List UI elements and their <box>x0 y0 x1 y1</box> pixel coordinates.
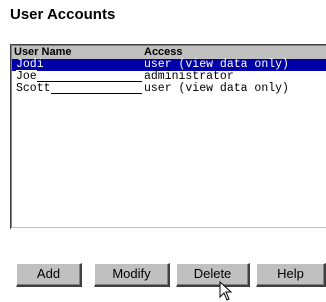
user-list-frame: User Name Access Jodi user (view data on… <box>11 45 326 228</box>
page-title: User Accounts <box>10 6 116 23</box>
modify-button[interactable]: Modify <box>94 263 170 287</box>
help-button[interactable]: Help <box>256 263 326 287</box>
arrow-cursor-icon <box>219 281 233 301</box>
add-button[interactable]: Add <box>16 263 82 287</box>
list-item[interactable]: Scott user (view data only) <box>12 82 326 95</box>
user-name-cell: Joe <box>16 70 142 83</box>
user-name-cell: Scott <box>16 82 142 95</box>
access-cell: user (view data only) <box>144 82 289 95</box>
list-rows: Jodi user (view data only) Joe administr… <box>12 59 326 95</box>
delete-button[interactable]: Delete <box>176 263 250 287</box>
user-list[interactable]: User Name Access Jodi user (view data on… <box>10 44 326 230</box>
